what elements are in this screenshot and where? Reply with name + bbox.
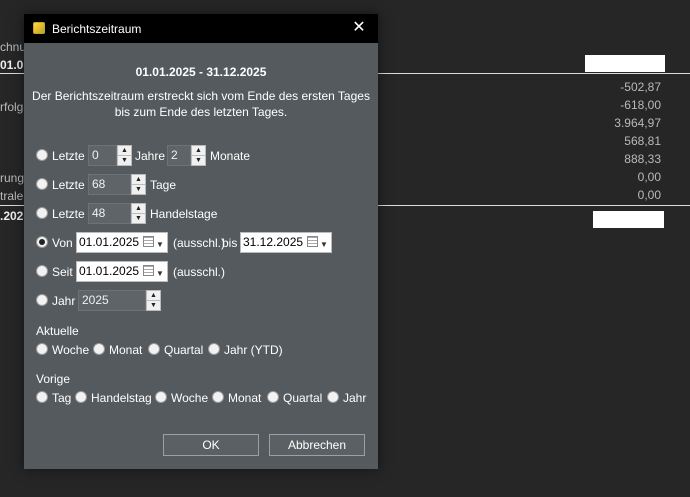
calendar-icon[interactable]: [143, 265, 154, 276]
calendar-icon[interactable]: [143, 236, 154, 247]
option-label: Woche: [52, 343, 90, 357]
bg-cell: [585, 55, 665, 72]
radio-current-month[interactable]: [93, 343, 105, 355]
months-input[interactable]: 2: [167, 145, 191, 166]
bg-value: 568,81: [624, 134, 661, 148]
description-line: Der Berichtszeitraum erstreckt sich vom …: [32, 89, 370, 103]
trading-days-spinner[interactable]: ▲ ▼: [131, 203, 146, 224]
spin-down-icon[interactable]: ▼: [132, 185, 145, 194]
label-from: Von: [52, 236, 73, 250]
period-description: Der Berichtszeitraum erstreckt sich vom …: [24, 88, 378, 120]
year-spinner[interactable]: ▲ ▼: [146, 290, 161, 311]
radio-previous-day[interactable]: [36, 391, 48, 403]
trading-days-input[interactable]: 48: [88, 203, 131, 224]
label-last: Letzte: [52, 149, 85, 163]
label-to: bis: [222, 236, 238, 250]
radio-previous-year[interactable]: [327, 391, 339, 403]
bg-value: 888,33: [624, 152, 661, 166]
radio-year[interactable]: [36, 294, 48, 306]
from-date-picker[interactable]: 01.01.2025 ▼: [76, 232, 168, 253]
option-label: Handelstag: [91, 391, 152, 405]
bg-value: 3.964,97: [614, 116, 661, 130]
option-label: Jahr: [343, 391, 367, 405]
spin-up-icon[interactable]: ▲: [132, 175, 145, 185]
label-days: Tage: [150, 178, 177, 192]
spin-down-icon[interactable]: ▼: [118, 156, 131, 165]
option-label: Tag: [52, 391, 72, 405]
option-label: Monat: [228, 391, 262, 405]
spin-up-icon[interactable]: ▲: [118, 146, 131, 156]
period-heading: 01.01.2025 - 31.12.2025: [135, 65, 267, 79]
dropdown-arrow-icon[interactable]: ▼: [156, 264, 164, 283]
radio-previous-quarter[interactable]: [267, 391, 279, 403]
dialog-titlebar[interactable]: Berichtszeitraum ✕: [24, 14, 378, 43]
radio-current-week[interactable]: [36, 343, 48, 355]
days-input[interactable]: 68: [88, 174, 131, 195]
spin-down-icon[interactable]: ▼: [192, 156, 205, 165]
bg-label: rfolg: [0, 100, 24, 114]
years-input[interactable]: 0: [88, 145, 117, 166]
label-exclusive: (ausschl.): [173, 265, 226, 279]
section-previous-title: Vorige: [36, 372, 71, 386]
radio-previous-month[interactable]: [212, 391, 224, 403]
label-months: Monate: [210, 149, 251, 163]
option-label: Quartal: [164, 343, 204, 357]
radio-previous-week[interactable]: [155, 391, 167, 403]
label-year: Jahr: [52, 294, 76, 308]
radio-previous-trading-day[interactable]: [75, 391, 87, 403]
close-icon[interactable]: ✕: [349, 18, 369, 38]
radio-last-days[interactable]: [36, 178, 48, 190]
years-spinner[interactable]: ▲ ▼: [117, 145, 132, 166]
ok-button[interactable]: OK: [163, 434, 259, 456]
bg-value: -618,00: [620, 98, 661, 112]
dropdown-arrow-icon[interactable]: ▼: [320, 235, 328, 254]
description-line: bis zum Ende des letzten Tages.: [114, 105, 288, 119]
radio-current-quarter[interactable]: [148, 343, 160, 355]
spin-up-icon[interactable]: ▲: [192, 146, 205, 156]
dropdown-arrow-icon[interactable]: ▼: [156, 235, 164, 254]
label-trading-days: Handelstage: [150, 207, 218, 221]
label-since: Seit: [52, 265, 73, 279]
radio-since[interactable]: [36, 265, 48, 277]
spin-down-icon[interactable]: ▼: [132, 214, 145, 223]
since-date-picker[interactable]: 01.01.2025 ▼: [76, 261, 168, 282]
months-spinner[interactable]: ▲ ▼: [191, 145, 206, 166]
app-icon: [33, 22, 45, 34]
bg-value: 0,00: [637, 188, 661, 202]
report-period-dialog: Berichtszeitraum ✕ 01.01.2025 - 31.12.20…: [24, 14, 378, 469]
radio-current-year-ytd[interactable]: [208, 343, 220, 355]
label-last: Letzte: [52, 207, 85, 221]
spin-up-icon[interactable]: ▲: [132, 204, 145, 214]
from-date-value: 01.01.2025: [79, 235, 140, 249]
bg-value: -502,87: [620, 80, 661, 94]
radio-from-to[interactable]: [36, 236, 48, 248]
spin-down-icon[interactable]: ▼: [147, 301, 160, 310]
bg-value: 0,00: [637, 170, 661, 184]
radio-last-years-months[interactable]: [36, 149, 48, 161]
label-exclusive: (ausschl.): [173, 236, 226, 250]
dialog-title: Berichtszeitraum: [52, 22, 142, 36]
option-label: Monat: [109, 343, 143, 357]
radio-last-trading-days[interactable]: [36, 207, 48, 219]
spin-up-icon[interactable]: ▲: [147, 291, 160, 301]
to-date-value: 31.12.2025: [243, 235, 304, 249]
option-label: Quartal: [283, 391, 323, 405]
option-label: Woche: [171, 391, 209, 405]
option-label: Jahr (YTD): [224, 343, 283, 357]
cancel-button[interactable]: Abbrechen: [269, 434, 365, 456]
label-last: Letzte: [52, 178, 85, 192]
label-years: Jahre: [135, 149, 166, 163]
section-current-title: Aktuelle: [36, 324, 79, 338]
calendar-icon[interactable]: [307, 236, 318, 247]
days-spinner[interactable]: ▲ ▼: [131, 174, 146, 195]
year-input[interactable]: 2025: [78, 290, 146, 311]
bg-label: trale: [0, 189, 24, 203]
to-date-picker[interactable]: 31.12.2025 ▼: [240, 232, 332, 253]
bg-cell: [593, 211, 664, 228]
since-date-value: 01.01.2025: [79, 264, 140, 278]
